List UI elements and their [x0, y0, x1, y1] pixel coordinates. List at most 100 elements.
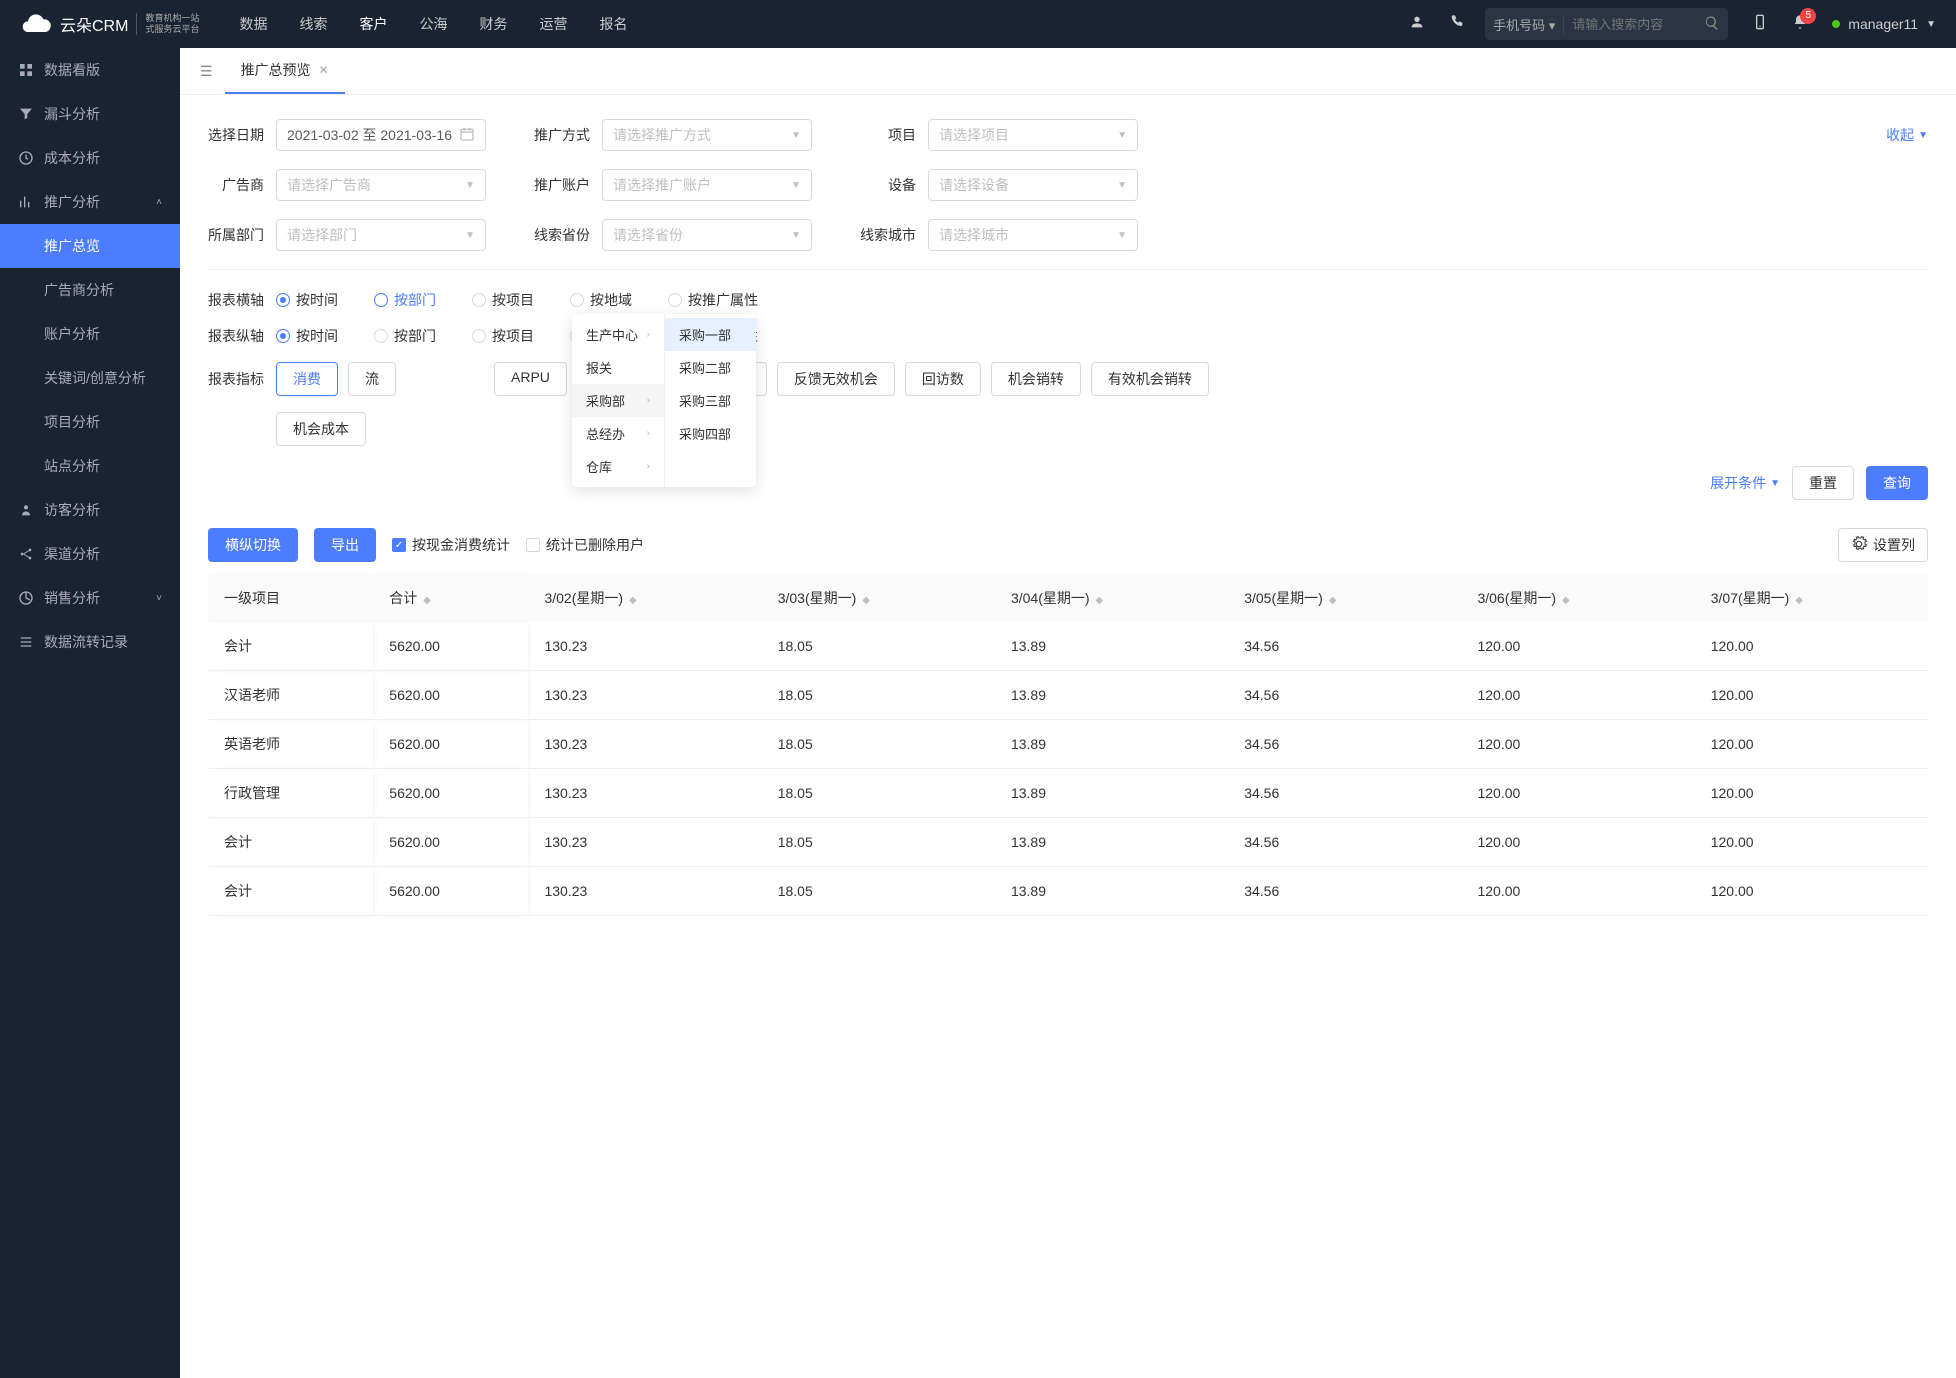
sidebar-item-7[interactable]: 数据流转记录: [0, 620, 180, 664]
channel-icon: [18, 546, 34, 562]
metric-tag-0[interactable]: 消费: [276, 362, 338, 396]
status-dot: [1832, 20, 1840, 28]
search-input[interactable]: [1564, 17, 1704, 32]
table-col-6[interactable]: 3/06(星期一) ◆: [1461, 574, 1694, 622]
sidebar-subitem-3-0[interactable]: 推广总览: [0, 224, 180, 268]
tab-label: 推广总预览: [241, 60, 311, 80]
dept-select[interactable]: 请选择部门▼: [276, 219, 486, 251]
v-axis-opts-opt-2[interactable]: 按项目: [472, 326, 534, 346]
province-select[interactable]: 请选择省份▼: [602, 219, 812, 251]
metric-tag-7[interactable]: 反馈无效机会: [777, 362, 895, 396]
cascader-item-l1-4[interactable]: 仓库›: [572, 450, 664, 483]
reset-button[interactable]: 重置: [1792, 466, 1854, 500]
account-select[interactable]: 请选择推广账户▼: [602, 169, 812, 201]
project-select[interactable]: 请选择项目▼: [928, 119, 1138, 151]
table-cell: 会计: [208, 867, 373, 916]
radio-icon: [276, 293, 290, 307]
method-select[interactable]: 请选择推广方式▼: [602, 119, 812, 151]
logo[interactable]: 云朵CRM 教育机构一站式服务云平台: [20, 8, 199, 40]
nav-item-6[interactable]: 报名: [599, 14, 627, 34]
query-button[interactable]: 查询: [1866, 466, 1928, 500]
metric-tag-8[interactable]: 回访数: [905, 362, 981, 396]
switch-axis-button[interactable]: 横纵切换: [208, 528, 298, 562]
metrics-row: 报表指标 消费流ARPU新机会数有效机会反馈无效机会回访数机会销转有效机会销转: [208, 362, 1928, 396]
h-axis-opts-opt-2[interactable]: 按项目: [472, 290, 534, 310]
sidebar-item-1[interactable]: 漏斗分析: [0, 92, 180, 136]
sidebar-item-0[interactable]: 数据看版: [0, 48, 180, 92]
user-menu[interactable]: manager11 ▼: [1832, 16, 1936, 32]
table-col-2[interactable]: 3/02(星期一) ◆: [528, 574, 761, 622]
sidebar-subitem-3-4[interactable]: 项目分析: [0, 400, 180, 444]
sidebar-item-6[interactable]: 销售分析˅: [0, 576, 180, 620]
v-axis-opts-opt-0[interactable]: 按时间: [276, 326, 338, 346]
h-axis-opts-opt-4[interactable]: 按推广属性: [668, 290, 758, 310]
cascader-item-l2-1[interactable]: 采购二部: [665, 351, 756, 384]
metric-tag-4[interactable]: ARPU: [494, 362, 567, 396]
city-select[interactable]: 请选择城市▼: [928, 219, 1138, 251]
tab-promotion-overview[interactable]: 推广总预览 ✕: [225, 48, 345, 94]
table-cell: 130.23: [528, 769, 761, 818]
radio-icon: [472, 329, 486, 343]
nav-item-5[interactable]: 运营: [539, 14, 567, 34]
nav-item-0[interactable]: 数据: [239, 14, 267, 34]
date-range-input[interactable]: 2021-03-02 至 2021-03-16: [276, 119, 486, 151]
table-col-1[interactable]: 合计 ◆: [373, 574, 528, 622]
action-bar: 展开条件 ▼ 重置 查询: [208, 466, 1928, 500]
table-cell: 13.89: [995, 720, 1228, 769]
chevron-down-icon: ▼: [1117, 180, 1127, 191]
metric-tag-9[interactable]: 机会销转: [991, 362, 1081, 396]
table-col-5[interactable]: 3/05(星期一) ◆: [1228, 574, 1461, 622]
cascader-item-l1-2[interactable]: 采购部›: [572, 384, 664, 417]
sidebar-subitem-3-5[interactable]: 站点分析: [0, 444, 180, 488]
column-settings-button[interactable]: 设置列: [1838, 528, 1928, 562]
nav-item-3[interactable]: 公海: [419, 14, 447, 34]
sidebar-item-4[interactable]: 访客分析: [0, 488, 180, 532]
table-col-3[interactable]: 3/03(星期一) ◆: [762, 574, 995, 622]
deleted-stat-checkbox[interactable]: 统计已删除用户: [526, 535, 644, 555]
date-label: 选择日期: [208, 125, 264, 145]
sidebar-item-5[interactable]: 渠道分析: [0, 532, 180, 576]
nav-item-2[interactable]: 客户: [359, 14, 387, 34]
sidebar-item-2[interactable]: 成本分析: [0, 136, 180, 180]
user-icon[interactable]: [1409, 14, 1425, 35]
sidebar-item-3[interactable]: 推广分析˄: [0, 180, 180, 224]
v-axis-opts-opt-1[interactable]: 按部门: [374, 326, 436, 346]
radio-icon: [374, 329, 388, 343]
device-select[interactable]: 请选择设备▼: [928, 169, 1138, 201]
table-cell: 34.56: [1228, 769, 1461, 818]
metric-tag-r2-0[interactable]: 机会成本: [276, 412, 366, 446]
sidebar-toggle-icon[interactable]: ☰: [188, 51, 225, 92]
sidebar-subitem-3-3[interactable]: 关键词/创意分析: [0, 356, 180, 400]
cascader-item-l1-1[interactable]: 报关: [572, 351, 664, 384]
cascader-item-l1-0[interactable]: 生产中心›: [572, 318, 664, 351]
cash-stat-checkbox[interactable]: 按现金消费统计: [392, 535, 510, 555]
advertiser-select[interactable]: 请选择广告商▼: [276, 169, 486, 201]
table-col-7[interactable]: 3/07(星期一) ◆: [1695, 574, 1928, 622]
table-cell: 120.00: [1461, 720, 1694, 769]
cascader-item-l1-3[interactable]: 总经办›: [572, 417, 664, 450]
cascader-item-l2-0[interactable]: 采购一部: [665, 318, 756, 351]
table-col-0[interactable]: 一级项目: [208, 574, 373, 622]
sidebar-subitem-3-2[interactable]: 账户分析: [0, 312, 180, 356]
mobile-icon[interactable]: [1752, 14, 1768, 35]
metric-tag-10[interactable]: 有效机会销转: [1091, 362, 1209, 396]
h-axis-opts-opt-1[interactable]: 按部门: [374, 290, 436, 310]
nav-item-1[interactable]: 线索: [299, 14, 327, 34]
table-col-4[interactable]: 3/04(星期一) ◆: [995, 574, 1228, 622]
cascader-item-l2-3[interactable]: 采购四部: [665, 417, 756, 450]
nav-item-4[interactable]: 财务: [479, 14, 507, 34]
cascader-item-l2-2[interactable]: 采购三部: [665, 384, 756, 417]
sidebar-subitem-3-1[interactable]: 广告商分析: [0, 268, 180, 312]
export-button[interactable]: 导出: [314, 528, 376, 562]
close-icon[interactable]: ✕: [319, 63, 329, 77]
notifications[interactable]: 5: [1792, 14, 1808, 35]
h-axis-opts-opt-3[interactable]: 按地域: [570, 290, 632, 310]
search-icon[interactable]: [1704, 15, 1720, 34]
phone-icon[interactable]: [1449, 14, 1465, 35]
metric-tag-1[interactable]: 流: [348, 362, 396, 396]
h-axis-opts-opt-0[interactable]: 按时间: [276, 290, 338, 310]
table-cell: 120.00: [1461, 769, 1694, 818]
expand-conditions-link[interactable]: 展开条件 ▼: [1710, 473, 1780, 493]
search-type-select[interactable]: 手机号码 ▾: [1493, 15, 1564, 34]
collapse-link[interactable]: 收起 ▼: [1886, 125, 1928, 145]
